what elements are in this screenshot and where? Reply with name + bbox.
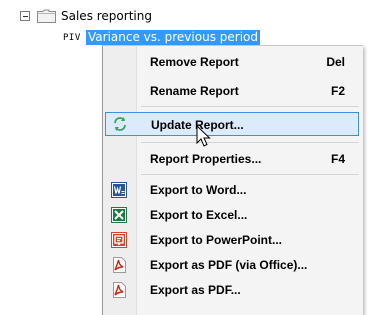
menu-item-export-word[interactable]: Export to Word... — [103, 178, 363, 202]
menu-item-export-pdf[interactable]: Export as PDF... — [103, 278, 363, 302]
menu-item-remove-report[interactable]: Remove Report Del — [103, 50, 363, 74]
menu-item-shortcut: Del — [326, 55, 345, 69]
menu-item-export-excel[interactable]: Export to Excel... — [103, 203, 363, 227]
tree-root-label[interactable]: Sales reporting — [61, 9, 152, 23]
report-type-tag: PIV — [63, 33, 81, 43]
refresh-icon — [114, 117, 126, 131]
mouse-pointer-icon — [196, 125, 211, 147]
menu-item-report-properties[interactable]: Report Properties... F4 — [103, 147, 363, 171]
menu-item-label: Rename Report — [150, 84, 239, 98]
pdf-icon — [113, 282, 126, 298]
menu-separator — [141, 106, 359, 107]
powerpoint-icon — [111, 232, 127, 248]
menu-item-update-report[interactable]: Update Report... — [105, 112, 359, 136]
menu-separator — [141, 142, 359, 143]
menu-separator — [141, 174, 359, 175]
pdf-icon — [113, 257, 126, 273]
word-icon — [111, 182, 127, 198]
menu-item-export-pdf-office[interactable]: Export as PDF (via Office)... — [103, 253, 363, 277]
menu-item-shortcut: F4 — [330, 152, 345, 166]
menu-item-label: Remove Report — [150, 55, 239, 69]
menu-item-export-powerpoint[interactable]: Export to PowerPoint... — [103, 228, 363, 252]
menu-item-label: Export to Word... — [150, 183, 247, 197]
menu-item-label: Report Properties... — [150, 152, 262, 166]
folder-icon — [37, 9, 56, 23]
menu-item-label: Export to Excel... — [150, 208, 248, 222]
collapse-toggle-icon[interactable] — [20, 11, 30, 21]
menu-item-label: Export to PowerPoint... — [150, 233, 283, 247]
menu-item-label: Export as PDF... — [150, 283, 241, 297]
selected-report-label[interactable]: Variance vs. previous period — [86, 30, 260, 45]
menu-item-rename-report[interactable]: Rename Report F2 — [103, 79, 363, 103]
menu-item-shortcut: F2 — [330, 84, 345, 98]
menu-item-label: Export as PDF (via Office)... — [150, 258, 308, 272]
context-menu: Remove Report Del Rename Report F2 Updat… — [102, 45, 363, 315]
excel-icon — [111, 207, 127, 223]
